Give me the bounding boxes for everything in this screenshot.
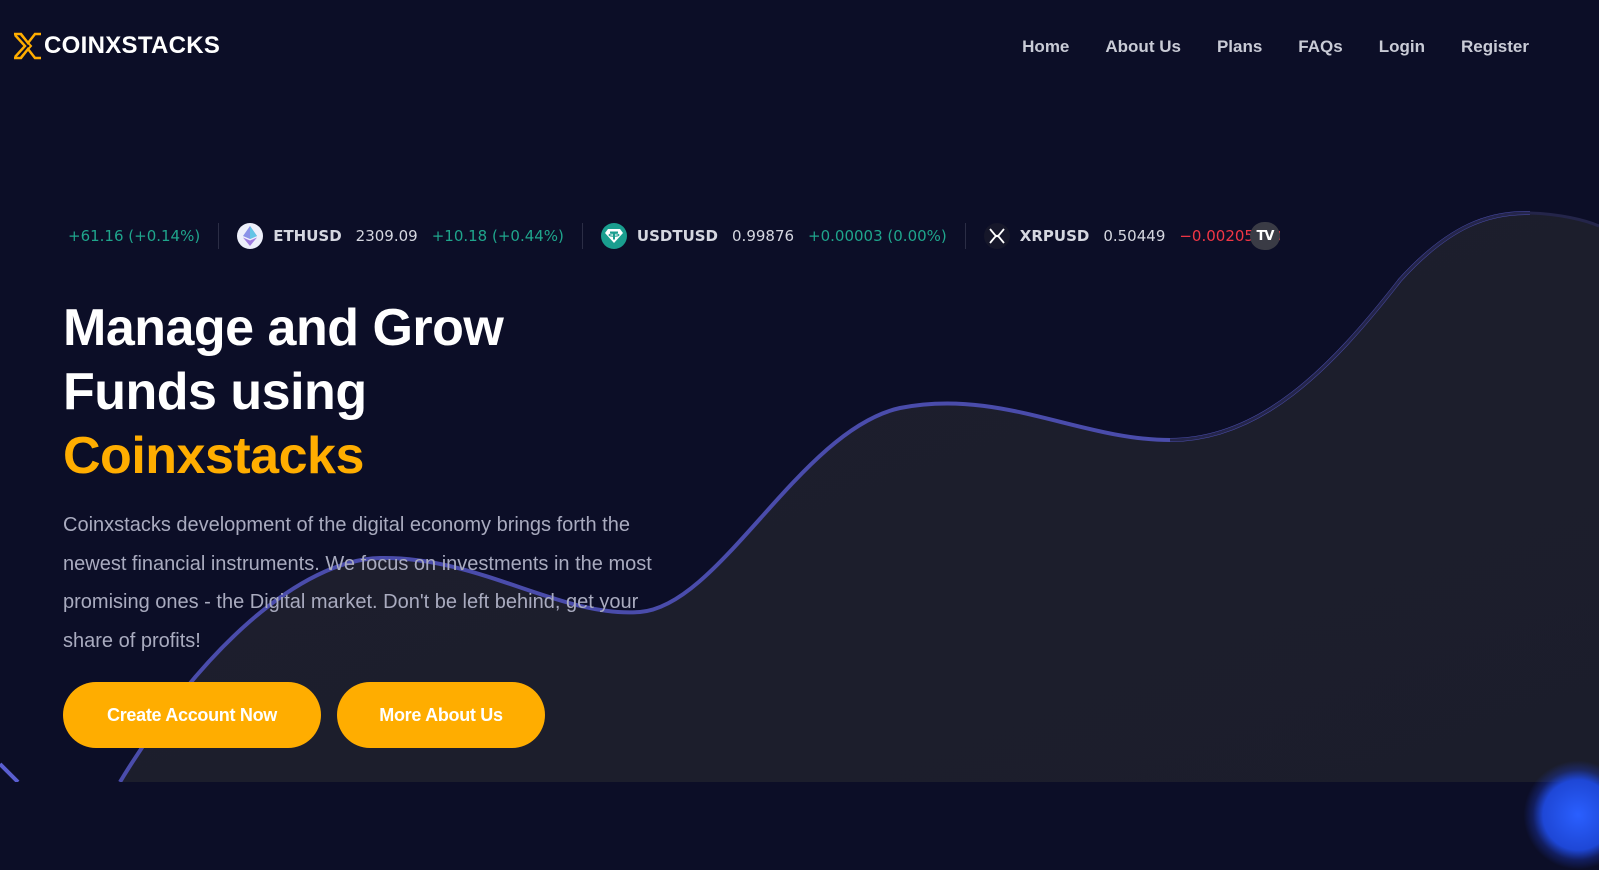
hero-title-line2: Funds using bbox=[63, 363, 367, 421]
nav-home[interactable]: Home bbox=[1022, 37, 1069, 57]
main-nav: Home About Us Plans FAQs Login Register bbox=[986, 37, 1529, 57]
nav-faqs[interactable]: FAQs bbox=[1298, 37, 1342, 57]
ticker-item-xrp[interactable]: XRPUSD 0.50449 −0.00205 (−0.4 bbox=[966, 220, 1280, 252]
logo-text: COINXSTACKS bbox=[44, 32, 221, 59]
hero-buttons: Create Account Now More About Us bbox=[63, 682, 545, 748]
price-ticker[interactable]: +61.16 (+0.14%) ETHUSD 2309.09 +10.18 (+… bbox=[0, 218, 1280, 254]
hero-section: Manage and Grow Funds using Coinxstacks … bbox=[63, 296, 683, 660]
ticker-item[interactable]: +61.16 (+0.14%) bbox=[50, 220, 218, 252]
logo-mark-icon bbox=[14, 32, 41, 60]
nav-about-us[interactable]: About Us bbox=[1105, 37, 1181, 57]
hero-title: Manage and Grow Funds using Coinxstacks bbox=[63, 296, 683, 488]
ticker-price: 0.50449 bbox=[1103, 227, 1166, 245]
hero-description: Coinxstacks development of the digital e… bbox=[63, 514, 652, 652]
ticker-item-eth[interactable]: ETHUSD 2309.09 +10.18 (+0.44%) bbox=[219, 220, 582, 252]
hero-title-accent: Coinxstacks bbox=[63, 427, 364, 485]
ticker-item-usdt[interactable]: USDTUSD 0.99876 +0.00003 (0.00%) bbox=[583, 220, 965, 252]
hero-title-line1: Manage and Grow bbox=[63, 299, 504, 357]
nav-plans[interactable]: Plans bbox=[1217, 37, 1262, 57]
ticker-change: +10.18 (+0.44%) bbox=[431, 227, 564, 245]
create-account-button[interactable]: Create Account Now bbox=[63, 682, 321, 748]
ticker-symbol: USDTUSD bbox=[636, 227, 719, 245]
logo[interactable]: COINXSTACKS bbox=[12, 32, 220, 60]
more-about-us-button[interactable]: More About Us bbox=[337, 682, 545, 748]
ticker-price: 2309.09 bbox=[355, 227, 418, 245]
ticker-change: +61.16 (+0.14%) bbox=[68, 227, 201, 245]
ticker-price: 0.99876 bbox=[732, 227, 795, 245]
navbar: COINXSTACKS Home About Us Plans FAQs Log… bbox=[0, 0, 1599, 95]
xrp-icon bbox=[983, 223, 1010, 249]
tether-icon bbox=[600, 223, 627, 249]
ticker-change: +0.00003 (0.00%) bbox=[808, 227, 947, 245]
ticker-symbol: XRPUSD bbox=[1019, 227, 1090, 245]
ticker-symbol: ETHUSD bbox=[273, 227, 342, 245]
ethereum-icon bbox=[237, 223, 264, 249]
nav-login[interactable]: Login bbox=[1379, 37, 1425, 57]
ticker-track: +61.16 (+0.14%) ETHUSD 2309.09 +10.18 (+… bbox=[50, 220, 1280, 252]
tradingview-logo-icon[interactable]: TV bbox=[1250, 222, 1280, 250]
nav-register[interactable]: Register bbox=[1461, 37, 1529, 57]
left-arc-line bbox=[0, 762, 20, 782]
